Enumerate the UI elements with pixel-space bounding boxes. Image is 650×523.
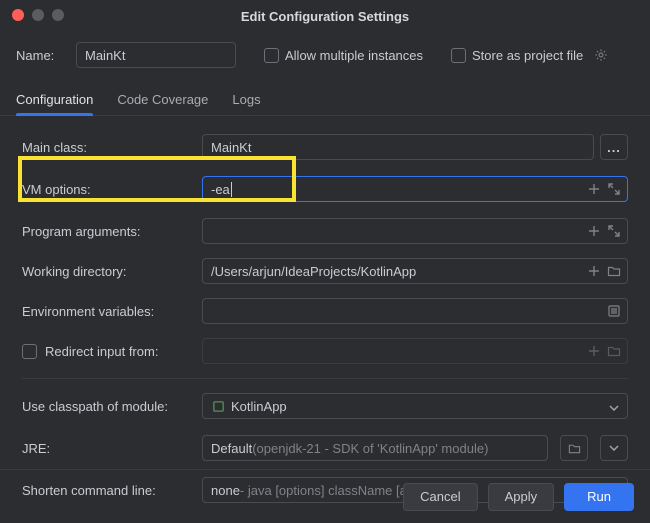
insert-macro-icon[interactable] bbox=[587, 224, 601, 238]
redirect-input-label-wrap[interactable]: Redirect input from: bbox=[22, 344, 202, 359]
jre-row: JRE: Default (openjdk-21 - SDK of 'Kotli… bbox=[22, 431, 628, 465]
store-as-project-label: Store as project file bbox=[472, 48, 583, 63]
expand-icon[interactable] bbox=[607, 182, 621, 196]
insert-macro-icon bbox=[587, 344, 601, 358]
window-title: Edit Configuration Settings bbox=[0, 9, 650, 24]
vm-options-value: -ea bbox=[211, 182, 230, 197]
folder-icon bbox=[607, 344, 621, 358]
tab-logs[interactable]: Logs bbox=[232, 86, 260, 115]
jre-hint: (openjdk-21 - SDK of 'KotlinApp' module) bbox=[252, 441, 488, 456]
allow-multiple-checkbox[interactable] bbox=[264, 48, 279, 63]
classpath-row: Use classpath of module: KotlinApp bbox=[22, 389, 628, 423]
titlebar: Edit Configuration Settings bbox=[0, 0, 650, 32]
minimize-icon[interactable] bbox=[32, 9, 44, 21]
jre-dropdown-button[interactable] bbox=[600, 435, 628, 461]
jre-label: JRE: bbox=[22, 441, 202, 456]
maximize-icon[interactable] bbox=[52, 9, 64, 21]
allow-multiple-wrap[interactable]: Allow multiple instances bbox=[264, 48, 423, 63]
redirect-input-checkbox[interactable] bbox=[22, 344, 37, 359]
dialog-footer: Cancel Apply Run bbox=[0, 469, 650, 523]
program-args-label: Program arguments: bbox=[22, 224, 202, 239]
working-dir-row: Working directory: /Users/arjun/IdeaProj… bbox=[22, 254, 628, 288]
list-icon[interactable] bbox=[607, 304, 621, 318]
module-icon bbox=[211, 399, 225, 413]
classpath-value: KotlinApp bbox=[231, 399, 287, 414]
insert-macro-icon[interactable] bbox=[587, 264, 601, 278]
store-as-project-wrap[interactable]: Store as project file bbox=[451, 47, 609, 63]
window-controls[interactable] bbox=[12, 9, 64, 21]
program-args-input[interactable] bbox=[202, 218, 628, 244]
apply-button[interactable]: Apply bbox=[488, 483, 555, 511]
main-class-value: MainKt bbox=[211, 140, 251, 155]
text-caret bbox=[231, 182, 232, 197]
vm-options-label: VM options: bbox=[22, 182, 202, 197]
classpath-select[interactable]: KotlinApp bbox=[202, 393, 628, 419]
cancel-button[interactable]: Cancel bbox=[403, 483, 477, 511]
jre-browse-button[interactable] bbox=[560, 435, 588, 461]
env-vars-label: Environment variables: bbox=[22, 304, 202, 319]
main-class-browse-button[interactable]: ... bbox=[600, 134, 628, 160]
name-label: Name: bbox=[16, 48, 66, 63]
main-class-row: Main class: MainKt ... bbox=[22, 130, 628, 164]
name-row: Name: Allow multiple instances Store as … bbox=[0, 42, 650, 68]
name-input[interactable] bbox=[76, 42, 236, 68]
folder-icon[interactable] bbox=[607, 264, 621, 278]
redirect-input-field bbox=[202, 338, 628, 364]
expand-icon[interactable] bbox=[607, 224, 621, 238]
env-vars-row: Environment variables: bbox=[22, 294, 628, 328]
main-class-label: Main class: bbox=[22, 140, 202, 155]
working-dir-label: Working directory: bbox=[22, 264, 202, 279]
run-button[interactable]: Run bbox=[564, 483, 634, 511]
classpath-label: Use classpath of module: bbox=[22, 399, 202, 414]
program-args-row: Program arguments: bbox=[22, 214, 628, 248]
tab-code-coverage[interactable]: Code Coverage bbox=[117, 86, 208, 115]
redirect-input-label: Redirect input from: bbox=[45, 344, 158, 359]
config-form: Main class: MainKt ... VM options: -ea bbox=[0, 116, 650, 507]
env-vars-input[interactable] bbox=[202, 298, 628, 324]
vm-options-input[interactable]: -ea bbox=[202, 176, 628, 202]
jre-value: Default bbox=[211, 441, 252, 456]
tabs: Configuration Code Coverage Logs bbox=[0, 86, 650, 116]
chevron-down-icon bbox=[609, 399, 619, 414]
jre-select[interactable]: Default (openjdk-21 - SDK of 'KotlinApp'… bbox=[202, 435, 548, 461]
working-dir-value: /Users/arjun/IdeaProjects/KotlinApp bbox=[211, 264, 416, 279]
vm-options-row: VM options: -ea bbox=[22, 172, 628, 206]
separator bbox=[22, 378, 628, 379]
main-class-input[interactable]: MainKt bbox=[202, 134, 594, 160]
gear-icon[interactable] bbox=[593, 47, 609, 63]
allow-multiple-label: Allow multiple instances bbox=[285, 48, 423, 63]
insert-macro-icon[interactable] bbox=[587, 182, 601, 196]
redirect-input-row: Redirect input from: bbox=[22, 334, 628, 368]
close-icon[interactable] bbox=[12, 9, 24, 21]
tab-configuration[interactable]: Configuration bbox=[16, 86, 93, 115]
store-as-project-checkbox[interactable] bbox=[451, 48, 466, 63]
working-dir-input[interactable]: /Users/arjun/IdeaProjects/KotlinApp bbox=[202, 258, 628, 284]
